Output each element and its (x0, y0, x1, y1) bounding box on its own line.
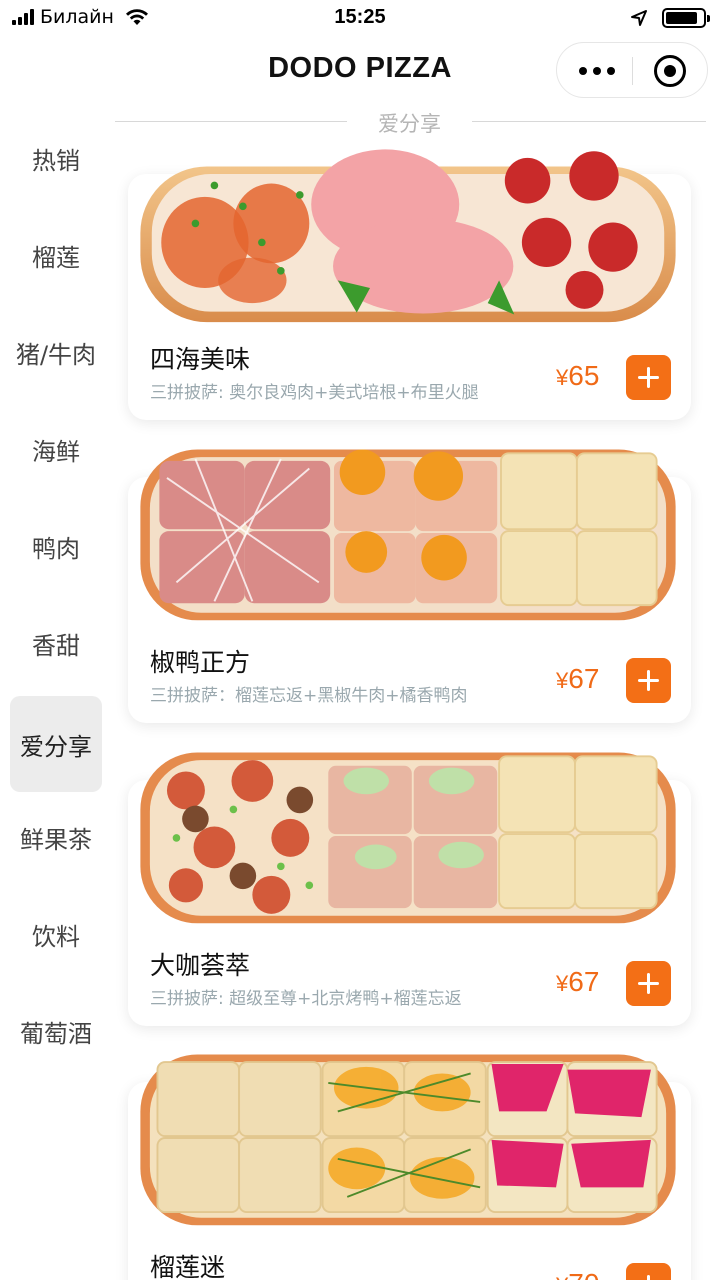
product-description: 三拼披萨: 奥尔良鸡肉+美式培根+布里火腿 (150, 383, 479, 403)
mini-program-capsule (556, 42, 708, 98)
add-to-cart-button[interactable] (626, 1263, 671, 1280)
more-options-icon[interactable] (579, 61, 615, 81)
sidebar-item-share[interactable]: 爱分享 (10, 696, 102, 792)
product-name: 四海美味 (150, 345, 251, 374)
product-name: 大咖荟萃 (150, 951, 251, 980)
product-description: 三拼披萨：榴莲忘返+黑椒牛肉+橘香鸭肉 (150, 686, 468, 706)
sidebar-item-wine[interactable]: 葡萄酒 (10, 983, 102, 1079)
close-miniprogram-icon[interactable] (654, 55, 686, 87)
pizza-image (140, 449, 676, 621)
sidebar-item-duck[interactable]: 鸭肉 (10, 498, 102, 594)
pizza-image (140, 752, 676, 924)
product-name: 椒鸭正方 (150, 648, 251, 677)
sidebar-item-hot[interactable]: 热销 (10, 110, 102, 206)
sidebar-item-seafood[interactable]: 海鲜 (10, 401, 102, 497)
product-price: ¥70 (556, 1268, 599, 1280)
section-divider-right (472, 121, 706, 122)
product-price: ¥67 (556, 663, 600, 694)
product-description: 三拼披萨: 超级至尊+北京烤鸭+榴莲忘返 (150, 989, 462, 1009)
section-divider-left (115, 121, 347, 122)
sidebar-item-sweet[interactable]: 香甜 (10, 595, 102, 691)
sidebar-item-durian[interactable]: 榴莲 (10, 207, 102, 303)
product-price: ¥65 (556, 360, 600, 391)
add-to-cart-button[interactable] (626, 355, 671, 400)
sidebar-item-drinks[interactable]: 饮料 (10, 886, 102, 982)
product-price: ¥67 (556, 966, 600, 997)
add-to-cart-button[interactable] (626, 961, 671, 1006)
status-bar: Билайн 15:25 (0, 0, 720, 40)
pizza-image (140, 1054, 676, 1226)
battery-icon (662, 8, 710, 28)
sidebar-item-fruit-tea[interactable]: 鲜果茶 (10, 789, 102, 885)
capsule-divider (632, 57, 633, 85)
location-arrow-icon (631, 10, 647, 26)
status-time: 15:25 (334, 6, 386, 28)
sidebar-item-pork-beef[interactable]: 猪/牛肉 (10, 304, 102, 400)
product-name: 榴莲迷 (150, 1253, 226, 1280)
add-to-cart-button[interactable] (626, 658, 671, 703)
pizza-image (140, 149, 676, 323)
section-title: 爱分享 (378, 112, 441, 136)
status-right (630, 8, 710, 28)
